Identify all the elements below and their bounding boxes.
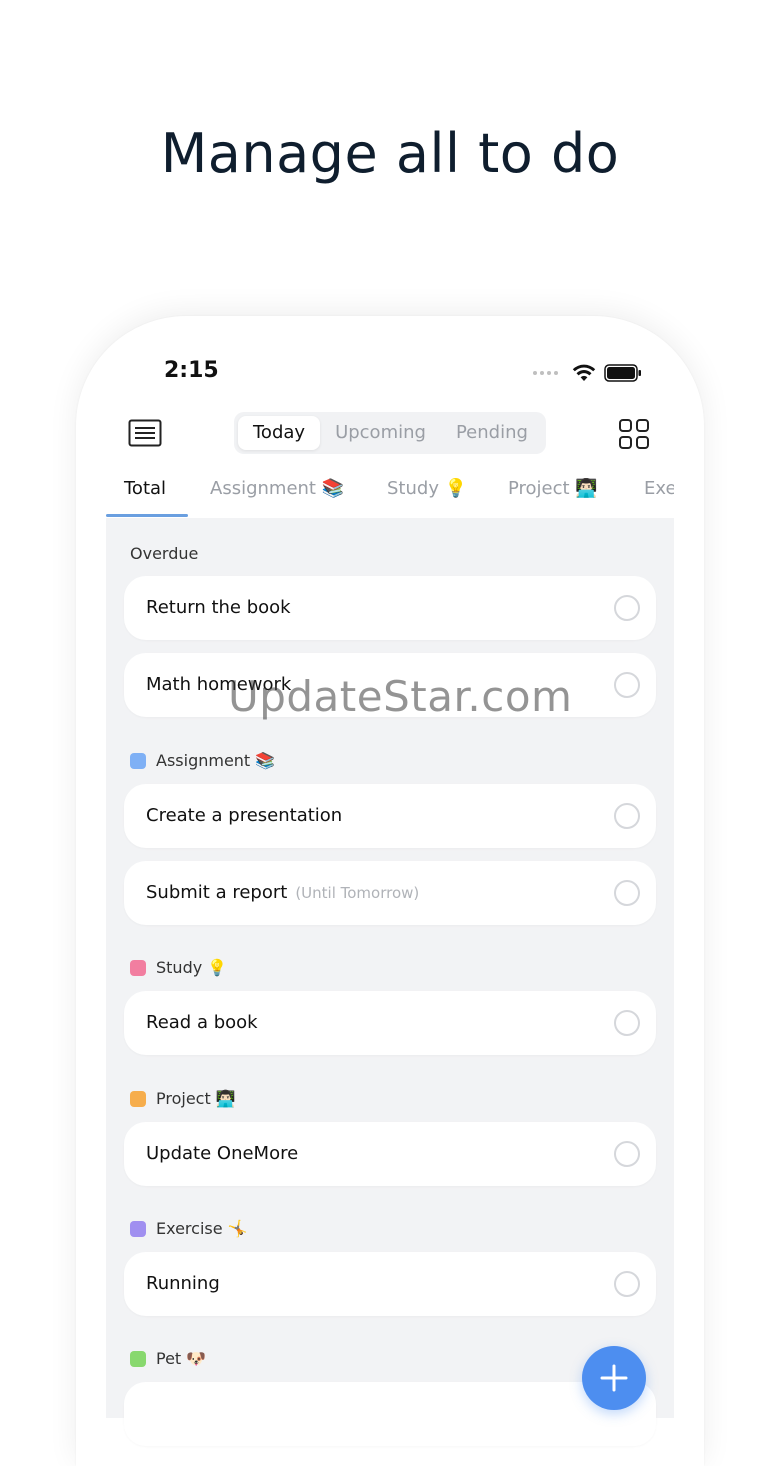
plus-icon xyxy=(600,1364,628,1392)
task-title: Running xyxy=(146,1273,220,1294)
section-exercise: Exercise 🤸 xyxy=(130,1219,248,1238)
task-list: Overdue Return the book Math homework As… xyxy=(106,518,674,1446)
date-segment-control: Today Upcoming Pending xyxy=(234,412,546,454)
tab-assignment[interactable]: Assignment 📚 xyxy=(210,478,344,499)
task-checkbox[interactable] xyxy=(614,1141,640,1167)
task-title: Return the book xyxy=(146,597,291,618)
task-card[interactable]: Running xyxy=(124,1252,656,1316)
task-checkbox[interactable] xyxy=(614,595,640,621)
phone-frame: 2:15 Today Upcoming Pending Total Assign… xyxy=(76,316,704,1466)
section-overdue: Overdue xyxy=(130,544,198,563)
section-project: Project 👨🏻‍💻 xyxy=(130,1089,236,1108)
task-card[interactable]: Read a book xyxy=(124,991,656,1055)
battery-icon xyxy=(604,364,641,382)
section-study: Study 💡 xyxy=(130,958,227,977)
task-checkbox[interactable] xyxy=(614,1271,640,1297)
signal-icon xyxy=(533,371,558,375)
task-title: Read a book xyxy=(146,1012,258,1033)
task-card[interactable]: Return the book xyxy=(124,576,656,640)
section-label: Pet 🐶 xyxy=(156,1349,207,1368)
task-title-text: Submit a report xyxy=(146,882,288,903)
task-card[interactable]: Submit a report (Until Tomorrow) xyxy=(124,861,656,925)
segment-upcoming[interactable]: Upcoming xyxy=(320,416,441,450)
status-time: 2:15 xyxy=(164,358,219,383)
section-label: Study 💡 xyxy=(156,958,228,977)
task-card[interactable]: Update OneMore xyxy=(124,1122,656,1186)
category-tabs: Total Assignment 📚 Study 💡 Project 👨🏻‍💻 … xyxy=(106,464,674,518)
task-checkbox[interactable] xyxy=(614,672,640,698)
watermark: UpdateStar.com xyxy=(228,672,573,721)
section-pet: Pet 🐶 xyxy=(130,1349,206,1368)
wifi-icon xyxy=(572,364,596,381)
status-icons xyxy=(533,364,642,382)
tab-exercise[interactable]: Exe xyxy=(644,478,674,499)
tab-study[interactable]: Study 💡 xyxy=(387,478,467,499)
task-checkbox[interactable] xyxy=(614,1010,640,1036)
menu-button[interactable] xyxy=(128,419,162,447)
task-title: Create a presentation xyxy=(146,805,343,826)
section-label: Exercise 🤸 xyxy=(156,1219,248,1238)
task-due-note: (Until Tomorrow) xyxy=(295,884,420,902)
page-headline: Manage all to do xyxy=(160,122,620,185)
section-color-dot xyxy=(130,1220,146,1237)
segment-today[interactable]: Today xyxy=(238,416,321,450)
section-label: Project 👨🏻‍💻 xyxy=(156,1089,236,1108)
section-color-dot xyxy=(130,752,146,769)
section-color-dot xyxy=(130,959,146,976)
task-checkbox[interactable] xyxy=(614,880,640,906)
grid-view-button[interactable] xyxy=(618,418,650,450)
section-color-dot xyxy=(130,1090,146,1107)
task-checkbox[interactable] xyxy=(614,803,640,829)
task-card[interactable] xyxy=(124,1382,656,1446)
task-title: Submit a report (Until Tomorrow) xyxy=(146,882,419,903)
grid-icon xyxy=(619,419,649,449)
section-label: Overdue xyxy=(130,544,199,563)
section-color-dot xyxy=(130,1350,146,1367)
tab-total[interactable]: Total xyxy=(124,478,166,499)
segment-pending[interactable]: Pending xyxy=(441,416,543,450)
add-task-button[interactable] xyxy=(582,1346,646,1410)
section-assignment: Assignment 📚 xyxy=(130,751,275,770)
task-card[interactable]: Create a presentation xyxy=(124,784,656,848)
tab-project[interactable]: Project 👨🏻‍💻 xyxy=(508,478,598,499)
section-label: Assignment 📚 xyxy=(156,751,276,770)
list-menu-icon xyxy=(128,419,162,447)
active-tab-indicator xyxy=(106,514,188,517)
task-title: Update OneMore xyxy=(146,1143,299,1164)
